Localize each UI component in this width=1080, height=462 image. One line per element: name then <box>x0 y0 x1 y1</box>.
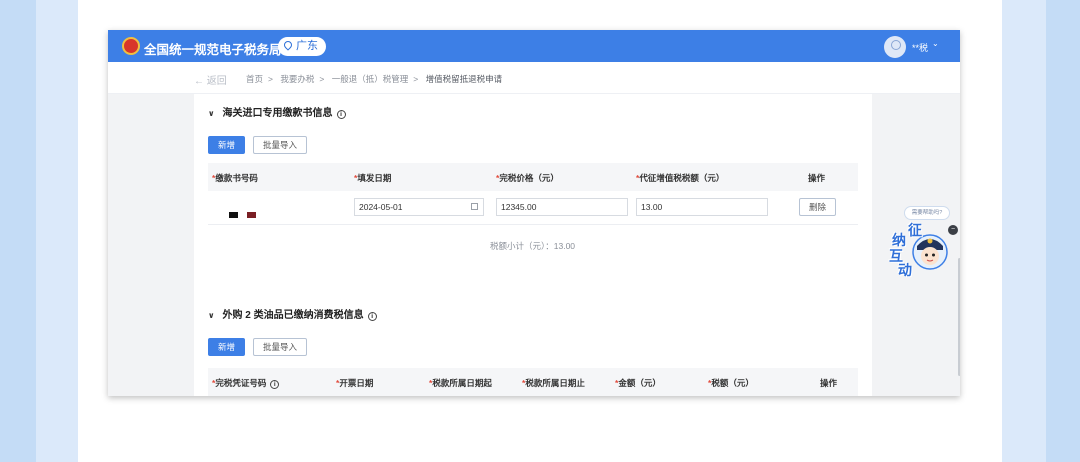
column-header: *完税价格（元） <box>496 173 559 183</box>
section-customs-title[interactable]: ∨ 海关进口专用缴款书信息 i <box>208 104 346 119</box>
user-avatar-icon[interactable] <box>884 36 906 58</box>
background-right-inner <box>1002 0 1046 462</box>
column-header: *金额（元） <box>615 378 661 388</box>
info-icon[interactable]: i <box>270 380 280 389</box>
region-selector[interactable]: 广东 <box>278 37 326 56</box>
calendar-icon[interactable] <box>471 203 478 210</box>
column-header: *缴款书号码 <box>212 173 258 183</box>
add-customs-button[interactable]: 新增 <box>208 136 246 154</box>
close-icon[interactable]: − <box>948 225 958 235</box>
background-left-inner <box>36 0 78 462</box>
issue-date-field[interactable]: 2024-05-01 <box>354 198 484 216</box>
chevron-down-icon[interactable]: ⌄ <box>932 39 939 48</box>
emblem-icon <box>122 37 140 55</box>
tax-subtotal: 税额小计（元）：13.00 <box>490 241 576 251</box>
helper-char: 征 <box>908 223 922 239</box>
form-content: ∨ 海关进口专用缴款书信息 i 新增 批量导入 *缴款书号码 *填发日期 *完税价格… <box>194 94 872 396</box>
section-oil-title[interactable]: ∨ 外购 2 类油品已缴纳消费税信息 i <box>208 306 377 321</box>
scrollbar[interactable] <box>958 258 960 376</box>
import-customs-button[interactable]: 批量导入 <box>253 136 308 154</box>
info-icon[interactable]: i <box>367 312 377 321</box>
redaction <box>229 212 238 218</box>
column-header: *代征增值税税额（元） <box>636 173 725 183</box>
table-row: 2024-05-01 12345.00 13.00 删除 <box>208 191 858 225</box>
browser-window: 全国统一规范电子税务局 广东 **税 ⌄ ← 返回 首页 > 我要办税 > 一般退（… <box>108 30 960 396</box>
chevron-down-icon[interactable]: ∨ <box>208 311 215 320</box>
main-area: ∨ 海关进口专用缴款书信息 i 新增 批量导入 *缴款书号码 *填发日期 *完税价格… <box>108 94 960 396</box>
column-header: 操作 <box>808 173 826 183</box>
breadcrumb-item-tax[interactable]: 我要办税 <box>280 74 314 84</box>
breadcrumb-item-refund[interactable]: 一般退（抵）税管理 <box>332 74 409 84</box>
column-header: *税款所属日期止 <box>522 378 585 388</box>
background-right <box>1046 0 1080 462</box>
breadcrumb-item-current: 增值税留抵退税申请 <box>425 74 503 84</box>
top-header: 全国统一规范电子税务局 广东 **税 ⌄ <box>108 30 960 62</box>
breadcrumb-bar: ← 返回 首页 > 我要办税 > 一般退（抵）税管理 > 增值税留抵退税申请 <box>108 62 960 94</box>
vat-amount-field[interactable]: 13.00 <box>636 198 768 216</box>
column-header: *税款所属日期起 <box>429 378 492 388</box>
info-icon[interactable]: i <box>336 110 346 119</box>
back-button[interactable]: ← 返回 <box>194 72 227 87</box>
column-header: *开票日期 <box>336 378 374 388</box>
column-header: *完税凭证号码 i <box>212 377 280 389</box>
user-name[interactable]: **税 <box>912 41 928 54</box>
helper-char: 动 <box>898 263 912 279</box>
help-bubble[interactable]: 需要帮助吗? <box>904 206 950 220</box>
add-oil-button[interactable]: 新增 <box>208 338 246 356</box>
oil-table-header: *完税凭证号码 i *开票日期 *税款所属日期起 *税款所属日期止 *金额（元） … <box>208 368 858 396</box>
back-arrow-icon: ← <box>194 76 207 87</box>
column-header: *填发日期 <box>354 173 392 183</box>
site-title: 全国统一规范电子税务局 <box>144 43 282 57</box>
breadcrumb-item-home[interactable]: 首页 <box>246 74 263 84</box>
column-header: 操作 <box>820 378 838 388</box>
redaction <box>247 212 256 218</box>
taxable-price-field[interactable]: 12345.00 <box>496 198 628 216</box>
location-pin-icon <box>282 39 294 51</box>
region-label: 广东 <box>296 40 318 52</box>
customs-table-header: *缴款书号码 *填发日期 *完税价格（元） *代征增值税税额（元） 操作 <box>208 163 858 191</box>
import-oil-button[interactable]: 批量导入 <box>253 338 308 356</box>
column-header: *税额（元） <box>708 378 754 388</box>
payment-number-field[interactable] <box>212 198 342 218</box>
delete-row-button[interactable]: 删除 <box>799 198 837 216</box>
chevron-down-icon[interactable]: ∨ <box>208 109 215 118</box>
breadcrumb: 首页 > 我要办税 > 一般退（抵）税管理 > 增值税留抵退税申请 <box>246 74 503 84</box>
background-left <box>0 0 36 462</box>
